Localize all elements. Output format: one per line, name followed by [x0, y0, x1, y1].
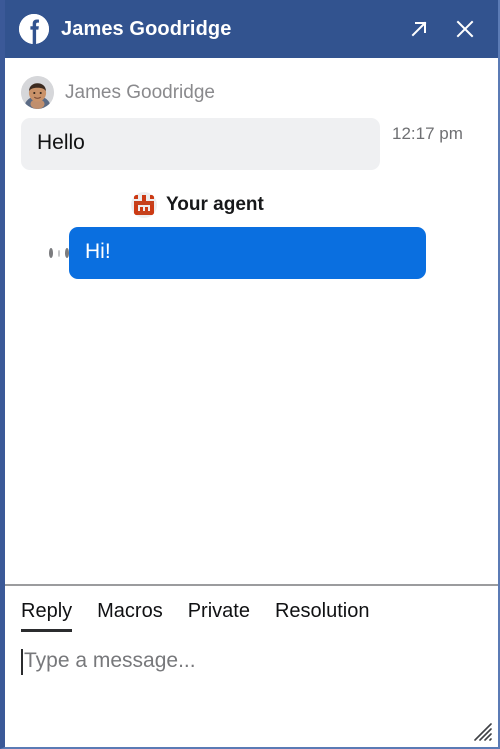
facebook-icon: [19, 14, 49, 44]
message-timestamp: 12:17 pm: [392, 124, 463, 143]
tab-reply[interactable]: Reply: [21, 600, 73, 632]
resize-grip-icon[interactable]: [470, 719, 492, 741]
sending-dots: [21, 248, 69, 258]
sending-dot: [49, 248, 53, 258]
incoming-message-bubble: Hello: [21, 118, 380, 170]
outgoing-bubble-line: Hi!: [21, 227, 482, 279]
incoming-sender-name: James Goodridge: [65, 81, 215, 103]
tab-private[interactable]: Private: [188, 600, 250, 632]
incoming-bubble-line: Hello 12:17 pm: [21, 118, 482, 170]
user-avatar: [21, 76, 54, 109]
message-input[interactable]: Type a message...: [21, 648, 482, 675]
text-caret: [21, 649, 23, 675]
agent-robot-icon: [131, 192, 157, 218]
tab-resolution[interactable]: Resolution: [275, 600, 370, 632]
incoming-sender-line: James Goodridge: [21, 76, 482, 109]
page-title: James Goodridge: [61, 17, 232, 40]
sending-dot: [57, 249, 61, 257]
message-incoming: James Goodridge Hello 12:17 pm: [21, 76, 482, 170]
outgoing-message-bubble: Hi!: [69, 227, 426, 279]
close-icon[interactable]: [450, 14, 480, 44]
agent-sender-line: Your agent: [21, 192, 482, 218]
agent-sender-name: Your agent: [166, 194, 264, 215]
arrow-up-right-icon[interactable]: [404, 14, 434, 44]
tab-macros[interactable]: Macros: [97, 600, 163, 632]
composer: Reply Macros Private Resolution Type a m…: [5, 584, 498, 747]
chat-header: James Goodridge: [5, 0, 498, 58]
facebook-chat-window: James Goodridge James Goodridge Hello 12…: [0, 0, 500, 749]
composer-tabs: Reply Macros Private Resolution: [21, 600, 482, 632]
message-list[interactable]: James Goodridge Hello 12:17 pm Your agen…: [5, 58, 498, 584]
message-input-placeholder: Type a message...: [24, 649, 196, 672]
message-outgoing: Your agent Hi!: [21, 192, 482, 279]
